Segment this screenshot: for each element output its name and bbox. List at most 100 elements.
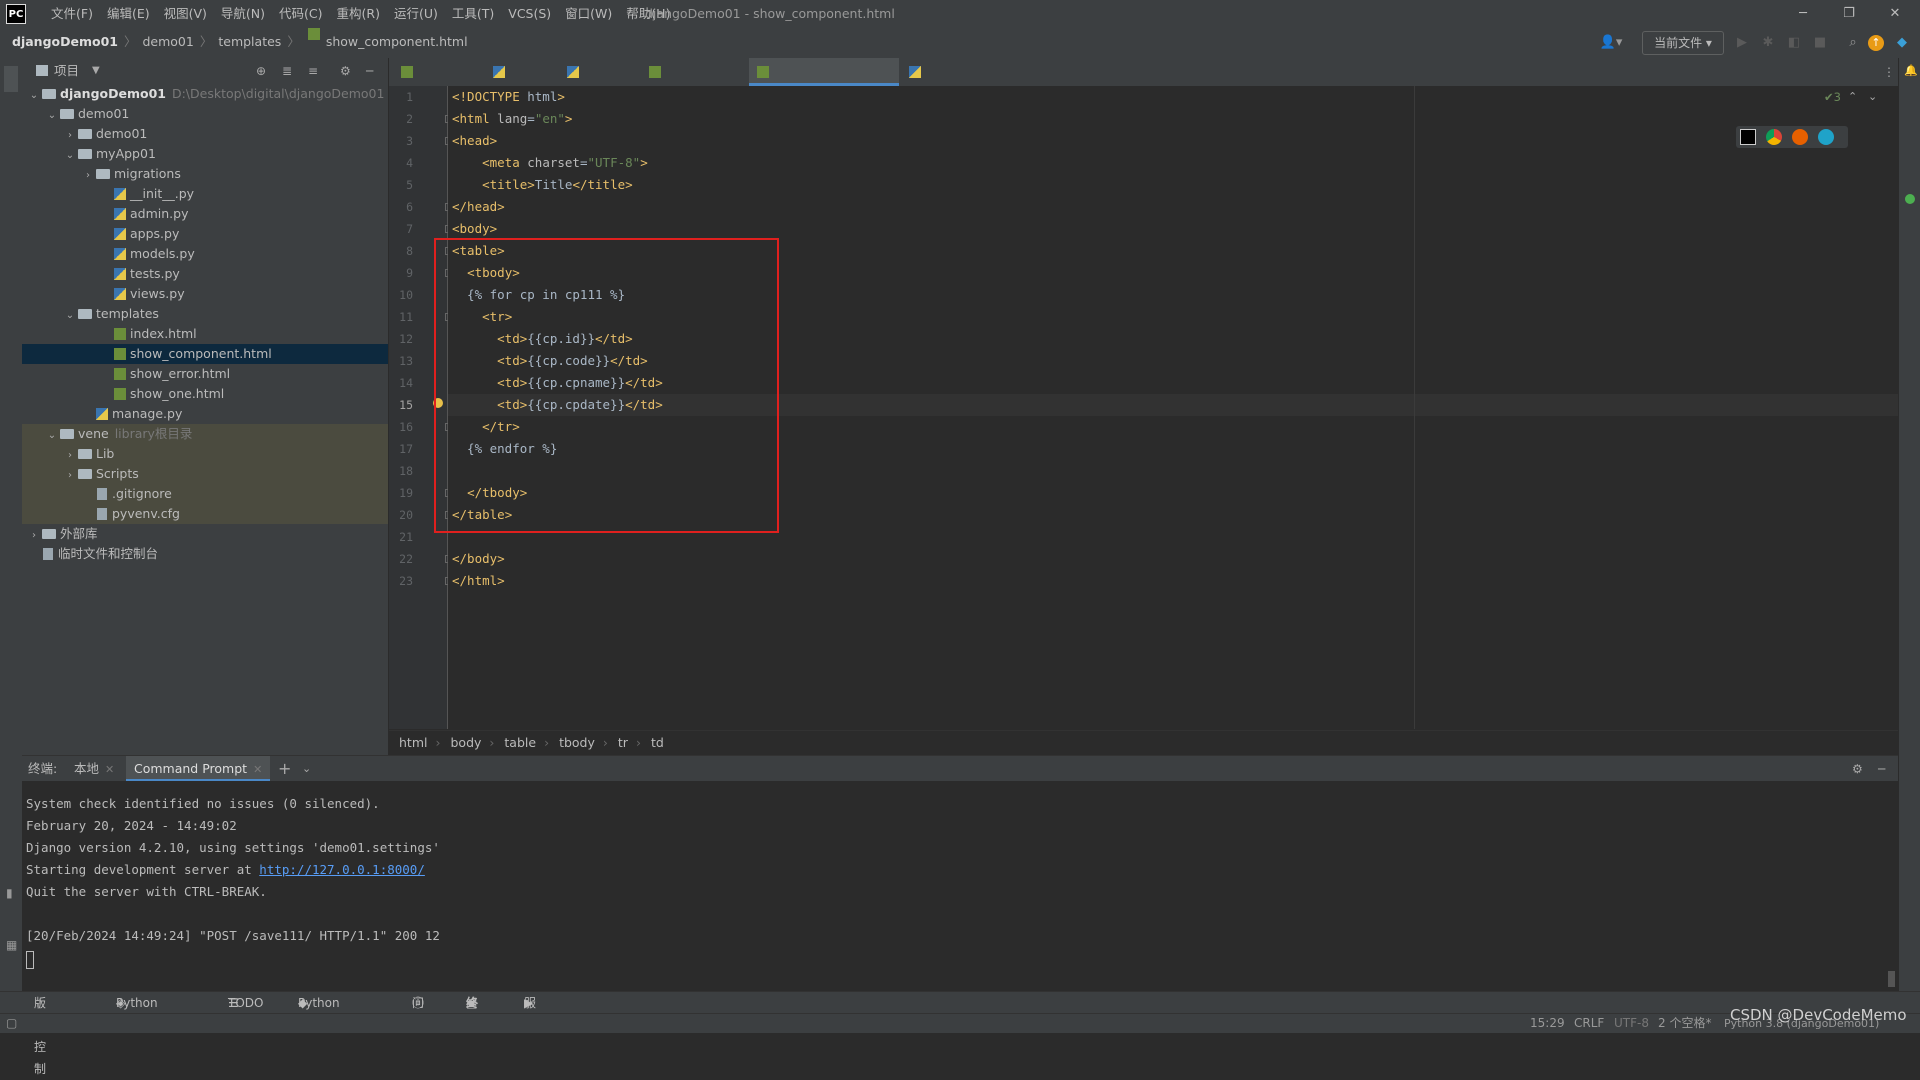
tree-item[interactable]: ⌄ templates xyxy=(22,304,388,324)
chevron-down-icon[interactable]: ▼ xyxy=(92,58,100,84)
hide-panel-icon[interactable]: ─ xyxy=(366,58,373,84)
editor-tab[interactable]: views.py✕ xyxy=(559,58,639,107)
editor-tab[interactable]: show_component.html✕ xyxy=(749,58,912,107)
menu-run[interactable]: 运行(U) xyxy=(387,0,445,28)
run-config-select[interactable]: 当前文件 ▾ xyxy=(1642,31,1724,55)
editor-tab[interactable]: models.py✕ xyxy=(901,58,987,107)
breadcrumb-item[interactable]: table xyxy=(504,735,536,750)
terminal-scrollbar[interactable] xyxy=(1888,971,1895,987)
tree-item[interactable]: show_one.html xyxy=(22,384,388,404)
chrome-icon[interactable] xyxy=(1766,129,1782,145)
chevron-down-icon[interactable]: ⌄ xyxy=(64,306,76,326)
tree-item[interactable]: admin.py xyxy=(22,204,388,224)
pycharm-browser-icon[interactable] xyxy=(1740,129,1756,145)
close-tab-icon[interactable]: ✕ xyxy=(253,763,262,776)
bookmarks-tool-icon[interactable]: ▮ xyxy=(6,886,16,910)
menu-window[interactable]: 窗口(W) xyxy=(558,0,619,28)
server-url-link[interactable]: http://127.0.0.1:8000/ xyxy=(259,862,425,877)
tree-item[interactable]: tests.py xyxy=(22,264,388,284)
tree-item[interactable]: views.py xyxy=(22,284,388,304)
tree-item[interactable]: .gitignore xyxy=(22,484,388,504)
editor-tab[interactable]: index.html✕ xyxy=(393,58,483,107)
breadcrumb-item[interactable]: html xyxy=(399,735,427,750)
minimize-icon[interactable]: ─ xyxy=(1780,0,1826,28)
user-icon[interactable]: 👤▾ xyxy=(1598,33,1624,53)
tree-item[interactable]: ⌄ djangoDemo01 D:\Desktop\digital\djangoDe… xyxy=(22,84,388,104)
expand-all-icon[interactable]: ≣ xyxy=(282,58,292,84)
crumb-demo01[interactable]: demo01 xyxy=(142,28,193,56)
more-tabs-icon[interactable]: ⋮ xyxy=(1883,58,1895,86)
menu-file[interactable]: 文件(F) xyxy=(44,0,100,28)
tree-item[interactable]: ⌄ demo01 xyxy=(22,104,388,124)
restore-icon[interactable]: ❐ xyxy=(1826,0,1872,28)
crumb-file[interactable]: show_component.html xyxy=(326,28,468,56)
menu-code[interactable]: 代码(C) xyxy=(272,0,329,28)
tree-item[interactable]: ⌄ myApp01 xyxy=(22,144,388,164)
tree-item[interactable]: index.html xyxy=(22,324,388,344)
breadcrumb-item[interactable]: tbody xyxy=(559,735,595,750)
editor-tab[interactable]: show_one.html✕ xyxy=(641,58,756,107)
terminal-tab-local[interactable]: 本地 ✕ xyxy=(74,756,114,783)
menu-edit[interactable]: 编辑(E) xyxy=(100,0,157,28)
indent-setting[interactable]: 2 个空格* xyxy=(1658,1014,1711,1033)
next-highlight-icon[interactable]: ⌄ xyxy=(1868,86,1877,108)
notifications-icon[interactable]: 🔔 xyxy=(1904,64,1918,77)
tree-item[interactable]: show_component.html xyxy=(22,344,388,364)
tree-item[interactable]: models.py xyxy=(22,244,388,264)
chevron-down-icon[interactable]: ⌄ xyxy=(302,756,311,782)
chevron-right-icon[interactable]: › xyxy=(64,126,76,146)
new-terminal-icon[interactable]: + xyxy=(278,756,291,782)
terminal-output[interactable]: System check identified no issues (0 sil… xyxy=(22,781,1898,991)
line-separator[interactable]: CRLF xyxy=(1574,1014,1604,1033)
menu-tools[interactable]: 工具(T) xyxy=(445,0,501,28)
structure-tool-icon[interactable]: ▦ xyxy=(6,938,17,962)
chevron-down-icon[interactable]: ⌄ xyxy=(64,146,76,166)
crumb-templates[interactable]: templates xyxy=(218,28,281,56)
close-icon[interactable]: ✕ xyxy=(1872,0,1918,28)
file-encoding[interactable]: UTF-8 xyxy=(1614,1014,1649,1033)
menu-vcs[interactable]: VCS(S) xyxy=(501,0,558,28)
jetbrains-icon[interactable]: ◆ xyxy=(1892,33,1912,53)
locate-icon[interactable]: ⊕ xyxy=(256,58,266,84)
layout-icon[interactable]: ▢ xyxy=(6,1014,17,1033)
tree-item[interactable]: ⌄ vene library根目录 xyxy=(22,424,388,444)
chevron-right-icon[interactable]: › xyxy=(64,446,76,466)
crumb-project[interactable]: djangoDemo01 xyxy=(12,28,118,56)
tree-item[interactable]: __init__.py xyxy=(22,184,388,204)
tree-item[interactable]: pyvenv.cfg xyxy=(22,504,388,524)
project-tool-icon[interactable] xyxy=(4,66,18,92)
update-icon[interactable]: ↑ xyxy=(1868,35,1884,51)
close-tab-icon[interactable]: ✕ xyxy=(105,763,114,776)
tree-item[interactable]: › Lib xyxy=(22,444,388,464)
project-view-label[interactable]: 项目 xyxy=(54,58,79,84)
breadcrumb-item[interactable]: body xyxy=(450,735,481,750)
collapse-all-icon[interactable]: ≡ xyxy=(308,58,318,84)
breadcrumb-item[interactable]: tr xyxy=(618,735,628,750)
debug-icon[interactable]: ✱ xyxy=(1758,33,1778,53)
hide-panel-icon[interactable]: ─ xyxy=(1878,756,1885,782)
coverage-icon[interactable]: ◧ xyxy=(1784,33,1804,53)
tree-item[interactable]: manage.py xyxy=(22,404,388,424)
caret-position[interactable]: 15:29 xyxy=(1530,1014,1565,1033)
editor-tab[interactable]: urls.py✕ xyxy=(485,58,557,107)
menu-view[interactable]: 视图(V) xyxy=(157,0,214,28)
edge-icon[interactable] xyxy=(1818,129,1834,145)
breadcrumb-item[interactable]: td xyxy=(651,735,664,750)
chevron-right-icon[interactable]: › xyxy=(82,166,94,186)
tree-item[interactable]: › Scripts xyxy=(22,464,388,484)
chevron-down-icon[interactable]: ⌄ xyxy=(46,106,58,126)
tree-item[interactable]: apps.py xyxy=(22,224,388,244)
inspection-ok-icon[interactable]: ✔3 xyxy=(1824,86,1841,108)
gear-icon[interactable]: ⚙ xyxy=(1852,756,1863,782)
tree-item[interactable]: › migrations xyxy=(22,164,388,184)
tree-item[interactable]: › 外部库 xyxy=(22,524,388,544)
tree-item[interactable]: 临时文件和控制台 xyxy=(22,544,388,564)
chevron-right-icon[interactable]: › xyxy=(64,466,76,486)
search-icon[interactable]: ⌕ xyxy=(1843,33,1863,53)
pycharm-logo-icon[interactable]: PC xyxy=(6,4,26,24)
run-icon[interactable]: ▶ xyxy=(1732,33,1752,53)
chevron-down-icon[interactable]: ⌄ xyxy=(46,426,58,446)
prev-highlight-icon[interactable]: ⌃ xyxy=(1848,86,1857,108)
stop-icon[interactable]: ■ xyxy=(1810,33,1830,53)
tree-item[interactable]: › demo01 xyxy=(22,124,388,144)
